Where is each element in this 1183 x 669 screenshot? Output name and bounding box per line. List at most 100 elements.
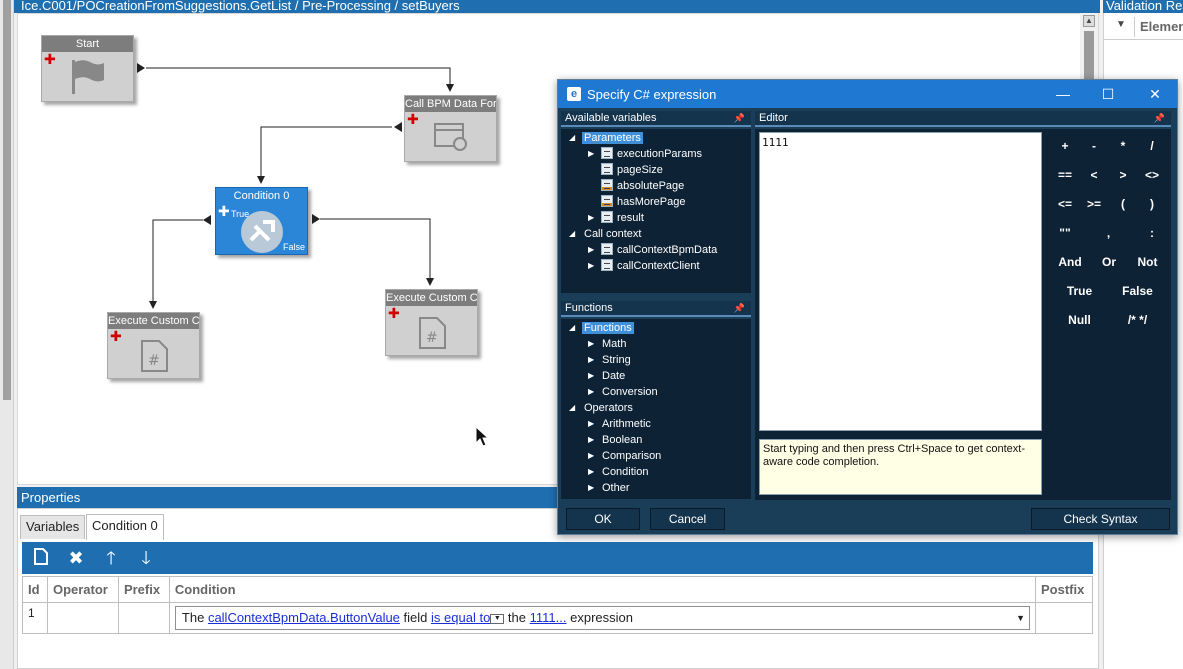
row-condition[interactable]: The callContextBpmData.ButtonValue field… [168, 602, 1036, 634]
plus-icon[interactable]: ✚ [218, 204, 230, 218]
key-colon[interactable]: : [1138, 219, 1166, 247]
dialog-titlebar[interactable]: e Specify C# expression — ☐ ✕ [558, 80, 1177, 108]
key-comment[interactable]: /* */ [1109, 306, 1166, 334]
close-icon[interactable]: ✕ [1140, 84, 1170, 104]
tree-fn-math[interactable]: Math [602, 336, 626, 352]
key-and[interactable]: And [1051, 248, 1089, 276]
expand-icon[interactable]: ▶ [588, 419, 594, 428]
move-down-icon[interactable]: 🡓 [137, 549, 155, 567]
tree-op-boolean[interactable]: Boolean [602, 432, 642, 448]
expression-link[interactable]: 1111... [530, 610, 567, 625]
key-or[interactable]: Or [1090, 248, 1128, 276]
key-greater[interactable]: > [1109, 161, 1137, 189]
key-plus[interactable]: + [1051, 132, 1079, 160]
tree-var-result[interactable]: result [601, 210, 644, 226]
expand-icon[interactable]: ▶ [588, 355, 594, 364]
minimize-icon[interactable]: — [1048, 84, 1078, 104]
tree-var-pageSize[interactable]: pageSize [601, 162, 663, 178]
key-open-paren[interactable]: ( [1109, 190, 1137, 218]
key-false[interactable]: False [1109, 277, 1166, 305]
pin-icon[interactable]: 📌 [1154, 111, 1165, 126]
row-prefix[interactable] [117, 602, 170, 634]
table-row[interactable]: 1 The callContextBpmData.ButtonValue fie… [22, 602, 1094, 634]
key-quotes[interactable]: "" [1051, 219, 1079, 247]
row-postfix[interactable] [1034, 602, 1094, 634]
check-syntax-button[interactable]: Check Syntax [1031, 508, 1170, 530]
tree-op-condition[interactable]: Condition [602, 464, 648, 480]
pin-icon[interactable]: 📌 [734, 111, 745, 126]
key-close-paren[interactable]: ) [1138, 190, 1166, 218]
condition-node[interactable]: Condition 0 ✚ True False [215, 187, 308, 255]
move-up-icon[interactable]: 🡑 [102, 549, 120, 567]
collapse-icon[interactable]: ◢ [569, 229, 575, 238]
key-equals[interactable]: == [1051, 161, 1079, 189]
collapse-icon[interactable]: ◢ [569, 323, 575, 332]
tree-var-absolutePage[interactable]: absolutePage [601, 178, 684, 194]
key-divide[interactable]: / [1138, 132, 1166, 160]
key-comma[interactable]: , [1080, 219, 1137, 247]
execute-code-node-1[interactable]: Execute Custom Code ✚ # [107, 312, 200, 379]
tree-fn-string[interactable]: String [602, 352, 631, 368]
collapse-icon[interactable]: ◢ [569, 133, 575, 142]
tree-node-operators[interactable]: Operators [584, 400, 633, 416]
plus-icon[interactable]: ✚ [407, 112, 419, 126]
call-bpm-node[interactable]: Call BPM Data Form ✚ [404, 95, 497, 162]
condition-editor[interactable]: The callContextBpmData.ButtonValue field… [174, 606, 1030, 630]
field-link[interactable]: callContextBpmData.ButtonValue [208, 610, 400, 625]
operator-link[interactable]: is equal to [431, 610, 490, 625]
pin-icon[interactable]: 📌 [734, 301, 745, 316]
expand-icon[interactable]: ▶ [588, 371, 594, 380]
left-scrollbar[interactable] [0, 0, 14, 669]
start-node[interactable]: Start ✚ [41, 35, 134, 102]
tree-op-comparison[interactable]: Comparison [602, 448, 661, 464]
tree-fn-conversion[interactable]: Conversion [602, 384, 658, 400]
tree-var-callContextClient[interactable]: callContextClient [601, 258, 700, 274]
tree-op-other[interactable]: Other [602, 480, 630, 496]
tree-node-call-context[interactable]: Call context [584, 226, 641, 242]
filter-dropdown-icon[interactable]: ▼ [1116, 19, 1126, 30]
expression-editor[interactable]: 1111 [759, 132, 1042, 431]
expand-icon[interactable]: ▶ [588, 149, 594, 158]
expand-icon[interactable]: ▶ [588, 483, 594, 492]
key-multiply[interactable]: * [1109, 132, 1137, 160]
expand-icon[interactable]: ▶ [588, 451, 594, 460]
key-true[interactable]: True [1051, 277, 1108, 305]
tab-variables[interactable]: Variables [20, 515, 86, 539]
cancel-button[interactable]: Cancel [650, 508, 725, 530]
plus-icon[interactable]: ✚ [388, 306, 400, 320]
expand-icon[interactable]: ▶ [588, 261, 594, 270]
dropdown-arrow-icon[interactable]: ▼ [1016, 607, 1025, 629]
tree-var-executionParams[interactable]: executionParams [601, 146, 702, 162]
expand-icon[interactable]: ▶ [588, 387, 594, 396]
expand-icon[interactable]: ▶ [588, 245, 594, 254]
key-minus[interactable]: - [1080, 132, 1108, 160]
expand-icon[interactable]: ▶ [588, 435, 594, 444]
scroll-up-icon[interactable]: ▲ [1083, 15, 1095, 27]
tree-fn-date[interactable]: Date [602, 368, 625, 384]
key-less[interactable]: < [1080, 161, 1108, 189]
key-greater-equal[interactable]: >= [1080, 190, 1108, 218]
expand-icon[interactable]: ▶ [588, 339, 594, 348]
key-null[interactable]: Null [1051, 306, 1108, 334]
tree-node-parameters[interactable]: Parameters [582, 130, 643, 146]
tree-var-callContextBpmData[interactable]: callContextBpmData [601, 242, 717, 258]
collapse-icon[interactable]: ◢ [569, 403, 575, 412]
ok-button[interactable]: OK [566, 508, 640, 530]
new-document-icon[interactable] [32, 548, 50, 568]
chevron-down-icon[interactable]: ▼ [490, 613, 505, 624]
maximize-icon[interactable]: ☐ [1093, 84, 1123, 104]
left-scroll-thumb[interactable] [3, 0, 11, 400]
execute-code-node-2[interactable]: Execute Custom Code ✚ # [385, 289, 478, 356]
plus-icon[interactable]: ✚ [110, 329, 122, 343]
plus-icon[interactable]: ✚ [44, 52, 56, 66]
tree-op-arithmetic[interactable]: Arithmetic [602, 416, 651, 432]
key-less-equal[interactable]: <= [1051, 190, 1079, 218]
row-operator[interactable] [46, 602, 119, 634]
key-not-equal[interactable]: <> [1138, 161, 1166, 189]
expand-icon[interactable]: ▶ [588, 467, 594, 476]
key-not[interactable]: Not [1129, 248, 1166, 276]
expand-icon[interactable]: ▶ [588, 213, 594, 222]
tab-condition-0[interactable]: Condition 0 [86, 514, 164, 540]
delete-icon[interactable]: ✖ [67, 549, 85, 567]
tree-var-hasMorePage[interactable]: hasMorePage [601, 194, 686, 210]
